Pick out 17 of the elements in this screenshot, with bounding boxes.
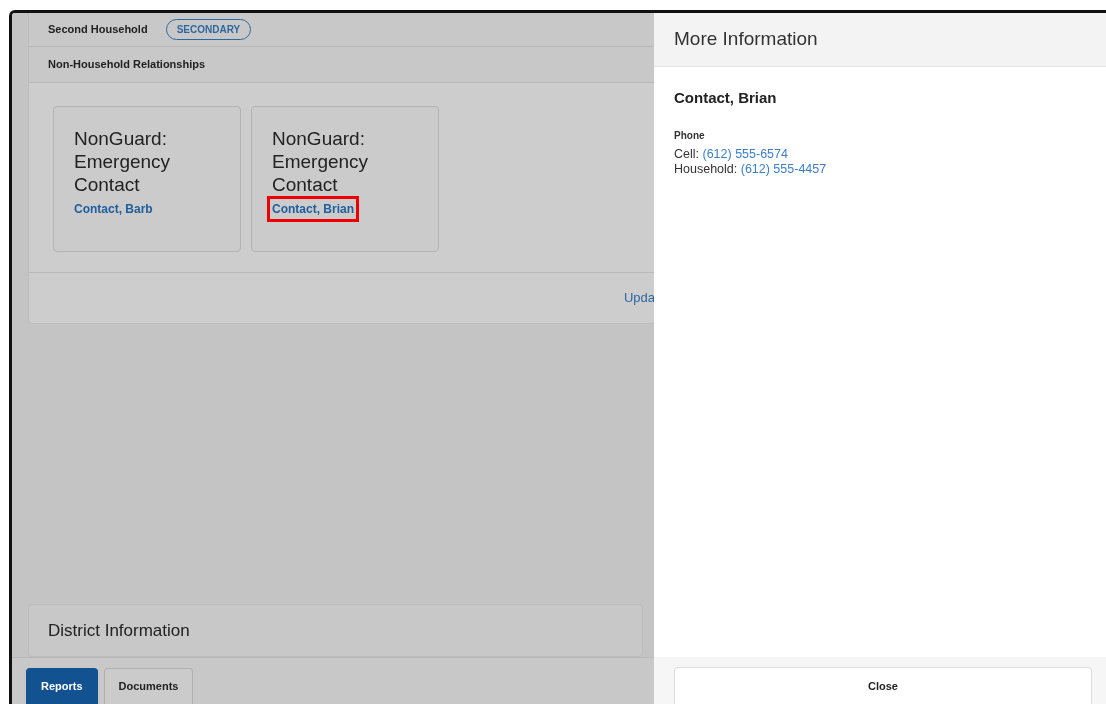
phone-label: Household: bbox=[674, 161, 739, 176]
phone-link[interactable]: (612) 555-6574 bbox=[702, 146, 788, 161]
contact-name: Contact, Brian bbox=[674, 88, 778, 108]
phone-heading: Phone bbox=[674, 128, 706, 143]
contact-link[interactable]: Contact, Brian bbox=[270, 198, 356, 219]
close-button[interactable]: Close bbox=[674, 667, 1092, 704]
bottom-tab[interactable]: Documents bbox=[103, 668, 194, 704]
bottom-tab[interactable]: Reports bbox=[26, 668, 98, 704]
relationship-role: NonGuard: Emergency Contact bbox=[272, 126, 370, 196]
district-title: District Information bbox=[48, 619, 190, 642]
relationship-role: NonGuard: Emergency Contact bbox=[74, 126, 172, 196]
section-title: Non-Household Relationships bbox=[48, 57, 206, 72]
phone-link[interactable]: (612) 555-4457 bbox=[740, 161, 827, 176]
household-name: Second Household bbox=[48, 22, 148, 38]
phone-label: Cell: bbox=[674, 146, 700, 161]
panel-title: More Information bbox=[674, 27, 818, 52]
contact-link[interactable]: Contact, Barb bbox=[72, 198, 155, 219]
